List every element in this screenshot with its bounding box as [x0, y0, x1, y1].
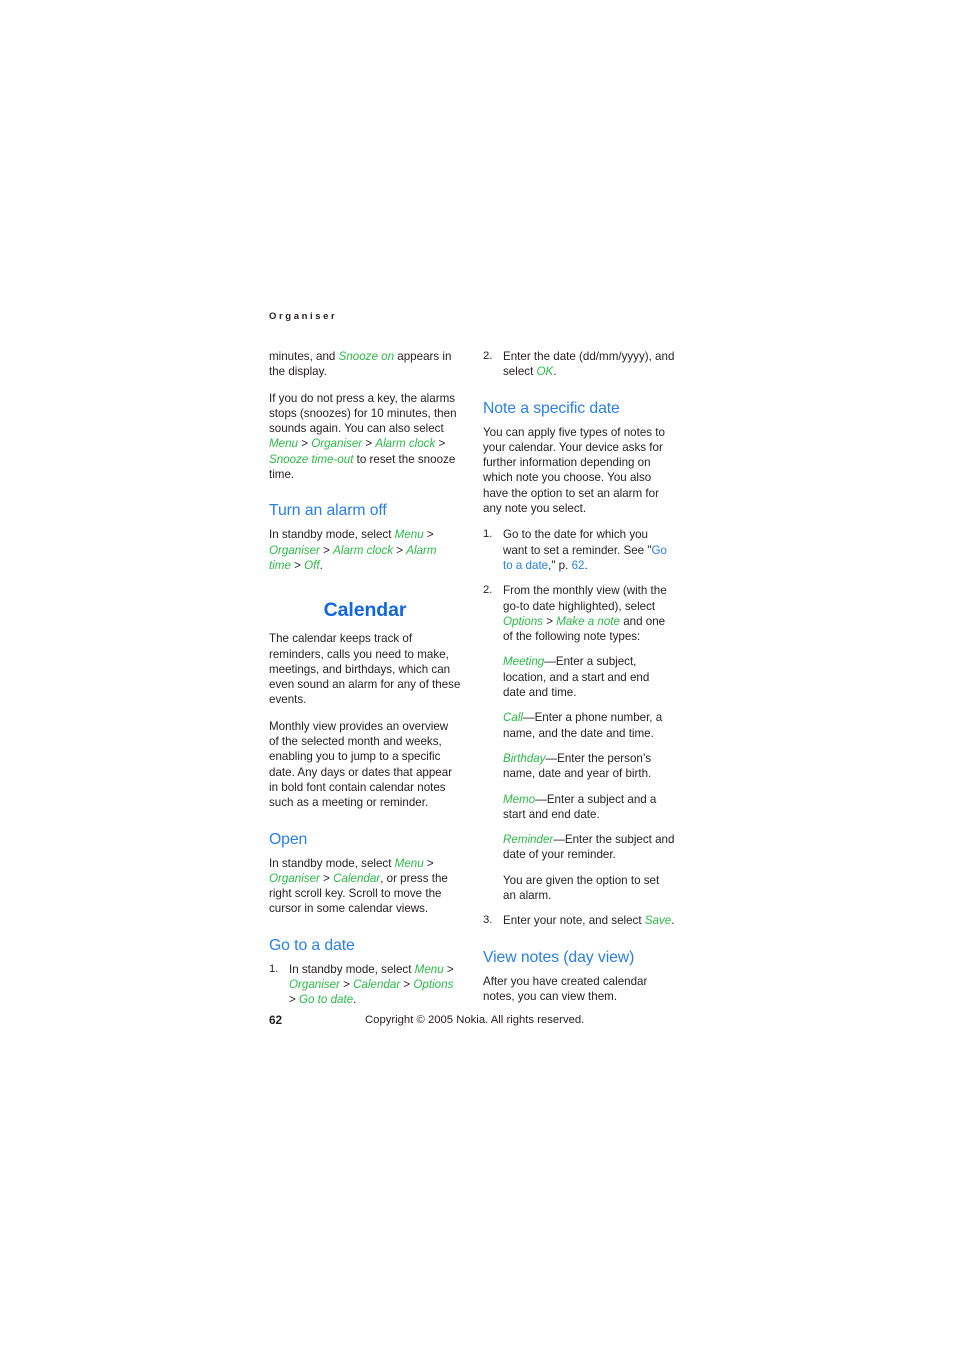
go-to-date-step-list: 1. In standby mode, select Menu > Organis…	[269, 962, 461, 1008]
heading-turn-an-alarm-off: Turn an alarm off	[269, 502, 387, 520]
note-type-term: Call	[503, 711, 523, 725]
text-fragment: .	[584, 558, 588, 572]
separator: >	[443, 962, 454, 976]
right-column: 2. Enter the date (dd/mm/yyyy), and selec…	[483, 349, 675, 1015]
separator: >	[400, 978, 414, 992]
separator: >	[289, 993, 299, 1007]
command-menu: Menu	[394, 528, 424, 542]
text-fragment: .	[553, 365, 557, 379]
command-save: Save	[644, 914, 672, 928]
command-organiser: Organiser	[269, 543, 320, 557]
list-item: 1. In standby mode, select Menu > Organis…	[269, 962, 461, 1008]
list-number: 1.	[269, 962, 279, 975]
note-type-birthday: Birthday—Enter the person’s name, date a…	[503, 751, 675, 782]
separator: >	[319, 871, 334, 885]
paragraph-alarm-option: You are given the option to set an alarm…	[503, 873, 660, 903]
heading-view-notes-day-view: View notes (day view)	[483, 948, 635, 966]
note-type-call: Call—Enter a phone number, a name, and t…	[503, 710, 675, 741]
command-calendar: Calendar	[333, 871, 381, 885]
page-number: 62	[269, 1013, 283, 1027]
note-type-term: Birthday	[503, 751, 546, 765]
heading-open: Open	[269, 830, 308, 848]
command-menu: Menu	[269, 437, 299, 451]
command-off: Off	[304, 558, 320, 572]
command-organiser: Organiser	[289, 978, 340, 992]
text-fragment: .	[319, 558, 323, 572]
command-alarm-clock: Alarm clock	[333, 543, 394, 557]
command-ok: OK	[536, 365, 554, 379]
separator: >	[298, 437, 312, 451]
paragraph-note-types-intro: You can apply five types of notes to you…	[483, 425, 665, 516]
separator: >	[339, 978, 354, 992]
note-specific-date-step-list: 1. Go to the date for which you want to s…	[483, 527, 675, 928]
command-menu: Menu	[394, 856, 424, 870]
command-make-a-note: Make a note	[556, 614, 620, 628]
two-column-layout: minutes, and Snooze on appears in the di…	[269, 349, 685, 1018]
separator: >	[362, 437, 376, 451]
page-content: Organiser minutes, and Snooze on appears…	[269, 311, 685, 1018]
separator: >	[423, 856, 434, 870]
manual-page: Organiser minutes, and Snooze on appears…	[0, 0, 954, 1351]
text-fragment: In standby mode, select	[289, 962, 415, 976]
paragraph-snooze-timeout: If you do not press a key, the alarms st…	[269, 391, 461, 483]
list-item: 2. Enter the date (dd/mm/yyyy), and selec…	[483, 349, 675, 380]
text-fragment: From the monthly view (with the go-to da…	[503, 584, 667, 613]
go-to-date-step-list-continued: 2. Enter the date (dd/mm/yyyy), and selec…	[483, 349, 675, 380]
list-number: 1.	[483, 528, 493, 541]
text-fragment: Enter your note, and select	[503, 914, 645, 928]
list-number: 2.	[483, 584, 493, 597]
note-type-term: Memo	[503, 792, 536, 806]
command-snooze-on: Snooze on	[338, 350, 395, 363]
paragraph-turn-alarm-off-steps: In standby mode, select Menu > Organiser…	[269, 527, 461, 573]
text-fragment: Go to the date for which you want to set…	[503, 528, 652, 557]
list-item: 3. Enter your note, and select Save.	[483, 913, 675, 928]
note-type-term: Reminder	[503, 833, 554, 847]
text-fragment: .	[353, 993, 357, 1007]
note-type-memo: Memo—Enter a subject and a start and end…	[503, 792, 675, 823]
command-go-to-date: Go to date	[299, 993, 354, 1007]
cross-reference-page-number[interactable]: 62	[572, 559, 585, 572]
page-footer: 62 Copyright © 2005 Nokia. All rights re…	[269, 1013, 685, 1029]
command-snooze-time-out: Snooze time-out	[269, 452, 354, 466]
command-options: Options	[503, 614, 543, 628]
command-alarm-clock: Alarm clock	[375, 437, 436, 451]
paragraph-monthly-view: Monthly view provides an overview of the…	[269, 719, 453, 810]
left-column: minutes, and Snooze on appears in the di…	[269, 349, 461, 1018]
text-fragment: ," p.	[548, 558, 572, 572]
paragraph-open-steps: In standby mode, select Menu > Organiser…	[269, 856, 461, 917]
text-fragment: In standby mode, select	[269, 856, 395, 870]
list-number: 2.	[483, 350, 493, 362]
paragraph-calendar-intro: The calendar keeps track of reminders, c…	[269, 632, 461, 707]
text-fragment: .	[671, 914, 675, 928]
text-fragment: Enter the date (dd/mm/yyyy), and select	[503, 350, 675, 379]
list-item: 2. From the monthly view (with the go-to …	[483, 583, 675, 903]
heading-go-to-a-date: Go to a date	[269, 936, 355, 954]
list-number: 3.	[483, 914, 493, 927]
separator: >	[423, 528, 434, 542]
running-head: Organiser	[269, 311, 338, 322]
note-type-reminder: Reminder—Enter the subject and date of y…	[503, 832, 675, 863]
text-fragment: minutes, and	[269, 350, 339, 363]
note-type-term: Meeting	[503, 655, 545, 669]
separator: >	[542, 614, 557, 628]
text-fragment: In standby mode, select	[269, 528, 395, 542]
command-calendar: Calendar	[353, 978, 401, 992]
note-type-description: —Enter a phone number, a name, and the d…	[503, 711, 663, 740]
separator: >	[290, 558, 305, 572]
command-organiser: Organiser	[311, 437, 363, 451]
separator: >	[435, 437, 446, 451]
heading-note-a-specific-date: Note a specific date	[483, 399, 620, 417]
separator: >	[393, 543, 407, 557]
note-type-meeting: Meeting—Enter a subject, location, and a…	[503, 654, 675, 700]
paragraph-view-notes: After you have created calendar notes, y…	[483, 974, 648, 1003]
paragraph-snooze-on: minutes, and Snooze on appears in the di…	[269, 349, 461, 380]
command-menu: Menu	[414, 962, 444, 976]
chapter-title-calendar: Calendar	[323, 599, 407, 622]
text-fragment: If you do not press a key, the alarms st…	[269, 391, 457, 436]
separator: >	[319, 543, 334, 557]
list-item: 1. Go to the date for which you want to s…	[483, 527, 675, 573]
command-organiser: Organiser	[269, 871, 320, 885]
copyright-notice: Copyright © 2005 Nokia. All rights reser…	[365, 1014, 585, 1026]
command-options: Options	[413, 978, 454, 992]
